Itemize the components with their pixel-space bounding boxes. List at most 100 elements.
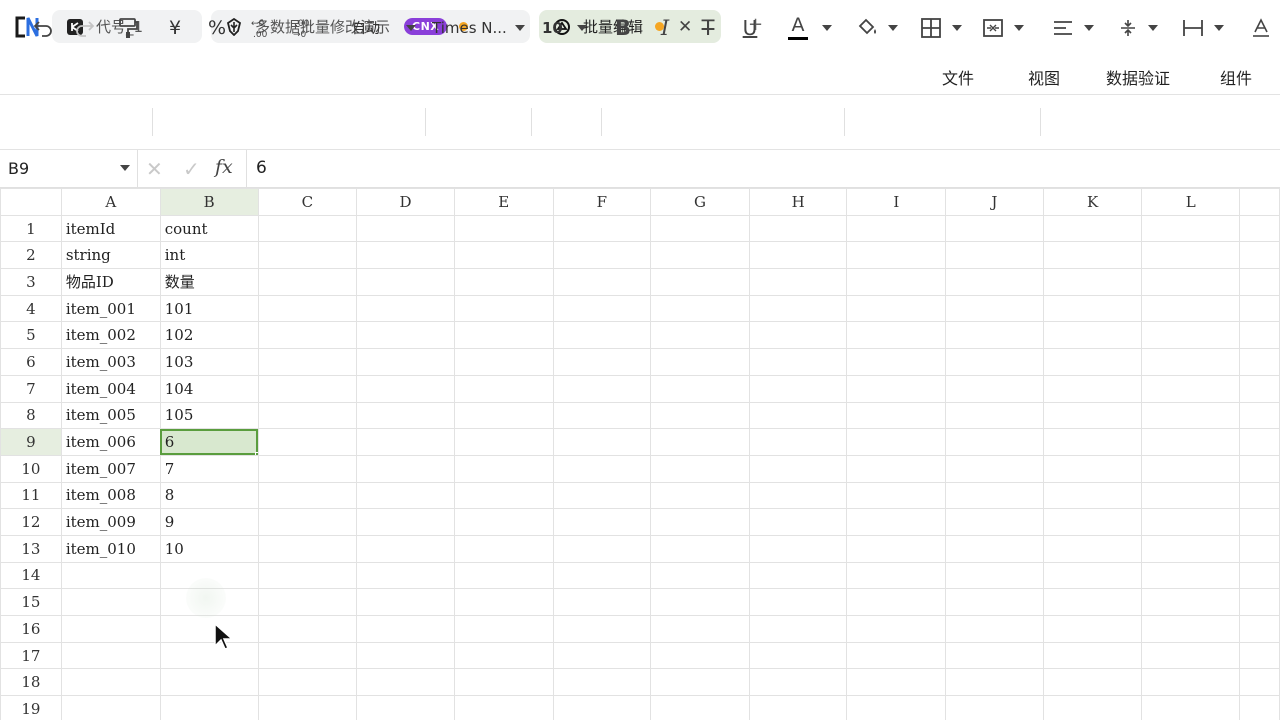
- cell[interactable]: [552, 641, 652, 670]
- cell[interactable]: [1141, 508, 1241, 536]
- cell[interactable]: [748, 374, 848, 403]
- cell[interactable]: [846, 401, 947, 430]
- cell[interactable]: [356, 348, 455, 376]
- cell[interactable]: [552, 561, 652, 590]
- menu-view[interactable]: 视图: [1028, 65, 1060, 89]
- cell[interactable]: [650, 268, 750, 296]
- text-rotate-icon[interactable]: [1248, 14, 1274, 42]
- cell[interactable]: [650, 615, 750, 643]
- column-header[interactable]: [1239, 188, 1280, 216]
- cell[interactable]: [552, 321, 652, 350]
- cell[interactable]: [945, 348, 1044, 376]
- cell[interactable]: [748, 588, 848, 616]
- cell[interactable]: [1042, 401, 1143, 430]
- cell[interactable]: [356, 534, 455, 563]
- undo-icon[interactable]: [30, 14, 56, 42]
- cell[interactable]: [1042, 241, 1143, 270]
- cell[interactable]: [1141, 454, 1241, 483]
- cell[interactable]: [356, 588, 455, 616]
- cell[interactable]: item_001: [60, 294, 161, 323]
- cell[interactable]: [257, 401, 358, 430]
- name-box[interactable]: B9: [0, 150, 138, 187]
- row-header[interactable]: 6: [0, 348, 62, 376]
- column-header[interactable]: J: [945, 188, 1044, 216]
- cell[interactable]: [1239, 268, 1280, 296]
- cell[interactable]: [846, 534, 947, 563]
- cell[interactable]: 物品ID: [60, 268, 161, 296]
- cell[interactable]: [1042, 668, 1143, 697]
- cell[interactable]: [748, 241, 848, 270]
- cell[interactable]: [1239, 241, 1280, 270]
- vertical-align-button[interactable]: [1118, 14, 1168, 42]
- cell[interactable]: [159, 668, 259, 697]
- row-header[interactable]: 12: [0, 508, 62, 536]
- row-header[interactable]: 14: [0, 561, 62, 590]
- cell[interactable]: [1239, 641, 1280, 670]
- bold-icon[interactable]: B: [610, 14, 636, 42]
- cell[interactable]: [1239, 695, 1280, 720]
- cell[interactable]: [650, 534, 750, 563]
- row-header[interactable]: 16: [0, 615, 62, 643]
- cell[interactable]: [1141, 561, 1241, 590]
- cell[interactable]: [552, 241, 652, 270]
- cell[interactable]: [552, 508, 652, 536]
- font-color-button[interactable]: A: [786, 14, 834, 42]
- cell[interactable]: [1042, 588, 1143, 616]
- cell[interactable]: [748, 695, 848, 720]
- cell[interactable]: [846, 481, 947, 510]
- cell[interactable]: [552, 374, 652, 403]
- cell[interactable]: [1239, 294, 1280, 323]
- cell[interactable]: [1042, 695, 1143, 720]
- fill-handle[interactable]: [254, 451, 258, 455]
- cell[interactable]: [846, 268, 947, 296]
- cell[interactable]: [1042, 428, 1143, 456]
- cell[interactable]: [453, 401, 554, 430]
- row-header[interactable]: 9: [0, 428, 62, 456]
- cell[interactable]: [846, 348, 947, 376]
- cell[interactable]: [1239, 668, 1280, 697]
- confirm-icon[interactable]: ✓: [183, 157, 200, 181]
- cell[interactable]: [453, 481, 554, 510]
- cell[interactable]: [356, 641, 455, 670]
- cell[interactable]: [945, 695, 1044, 720]
- cell[interactable]: [748, 348, 848, 376]
- row-header[interactable]: 13: [0, 534, 62, 563]
- cell[interactable]: [1042, 615, 1143, 643]
- cell[interactable]: [552, 534, 652, 563]
- cell[interactable]: [1141, 348, 1241, 376]
- cell[interactable]: [257, 641, 358, 670]
- cell[interactable]: [1141, 615, 1241, 643]
- cell[interactable]: [945, 241, 1044, 270]
- cell[interactable]: [453, 294, 554, 323]
- horizontal-align-button[interactable]: [1052, 14, 1102, 42]
- cell[interactable]: [650, 508, 750, 536]
- row-header[interactable]: 19: [0, 695, 62, 720]
- cell[interactable]: [748, 615, 848, 643]
- cell[interactable]: [945, 454, 1044, 483]
- cell[interactable]: [945, 615, 1044, 643]
- cell[interactable]: [257, 508, 358, 536]
- cell[interactable]: [1042, 321, 1143, 350]
- cell[interactable]: [846, 214, 947, 243]
- cell[interactable]: [159, 695, 259, 720]
- cell[interactable]: [748, 214, 848, 243]
- cell[interactable]: [748, 508, 848, 536]
- cell[interactable]: [257, 214, 358, 243]
- cell[interactable]: [846, 588, 947, 616]
- cell[interactable]: [748, 454, 848, 483]
- cell[interactable]: [453, 454, 554, 483]
- cell[interactable]: [356, 214, 455, 243]
- number-format-dropdown[interactable]: 自动: [340, 14, 420, 42]
- cell[interactable]: [1042, 481, 1143, 510]
- format-painter-icon[interactable]: [115, 14, 141, 42]
- column-header[interactable]: C: [257, 188, 358, 216]
- italic-icon[interactable]: I: [652, 14, 678, 42]
- cell[interactable]: [257, 695, 358, 720]
- close-icon[interactable]: ✕: [678, 17, 692, 37]
- function-icon[interactable]: fx: [215, 156, 233, 178]
- cell[interactable]: [453, 428, 554, 456]
- cell[interactable]: [1141, 268, 1241, 296]
- cell[interactable]: [1239, 481, 1280, 510]
- cell[interactable]: [650, 321, 750, 350]
- increase-decimal-icon[interactable]: .00 →0: [290, 14, 316, 42]
